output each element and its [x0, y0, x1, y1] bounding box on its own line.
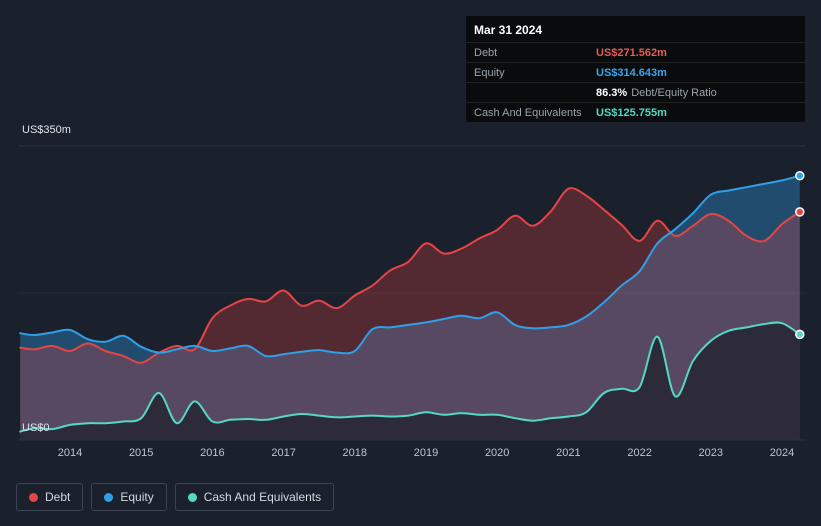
x-tick-label: 2022 [627, 447, 652, 459]
x-tick-label: 2020 [484, 447, 510, 459]
x-axis: 2014 2015 2016 2017 2018 2019 2020 2021 2022 2023… [0, 447, 821, 463]
legend: Debt Equity Cash And Equivalents [16, 483, 335, 511]
tooltip-cash-value: US$125.755m [596, 106, 667, 119]
legend-debt-label: Debt [45, 490, 71, 504]
tooltip-ratio-percent: 86.3% [596, 86, 628, 99]
tooltip-ratio-value: 86.3% Debt/Equity Ratio [596, 87, 717, 99]
tooltip-equity-value: US$314.643m [596, 66, 667, 79]
y-axis-min-label: US$0 [22, 422, 50, 434]
legend-equity-label: Equity [120, 490, 154, 504]
tooltip-row-equity: Equity US$314.643m [466, 62, 805, 82]
x-tick-label: 2014 [57, 447, 83, 459]
x-tick-label: 2021 [556, 447, 581, 459]
cash-legend-dot-icon [187, 492, 197, 502]
x-tick-label: 2018 [342, 447, 368, 459]
tooltip-row-ratio: 86.3% Debt/Equity Ratio [466, 82, 805, 102]
x-tick-label: 2024 [769, 447, 795, 459]
y-axis-max-label: US$350m [22, 124, 71, 136]
legend-item-equity[interactable]: Equity [91, 483, 167, 511]
tooltip-cash-label: Cash And Equivalents [474, 106, 582, 119]
x-tick-label: 2017 [271, 447, 296, 459]
x-tick-label: 2015 [128, 447, 154, 459]
tooltip-date: Mar 31 2024 [474, 23, 543, 37]
debt-legend-dot-icon [29, 492, 38, 502]
tooltip-debt-label: Debt [474, 46, 498, 59]
tooltip-debt-value: US$271.562m [596, 46, 667, 59]
legend-cash-label: Cash And Equivalents [203, 490, 322, 504]
tooltip-row-debt: Debt US$271.562m [466, 42, 805, 62]
tooltip-ratio-caption: Debt/Equity Ratio [631, 86, 717, 99]
x-tick-label: 2023 [698, 447, 724, 459]
x-tick-label: 2019 [413, 447, 439, 459]
debt-equity-history-panel: US$350m US$0 2014 2015 2016 2017 2018 2019 202… [0, 0, 821, 526]
legend-item-debt[interactable]: Debt [16, 483, 84, 511]
tooltip-row-cash: Cash And Equivalents US$125.755m [466, 102, 805, 122]
x-tick-label: 2016 [200, 447, 225, 459]
equity-legend-dot-icon [104, 492, 114, 502]
legend-item-cash[interactable]: Cash And Equivalents [174, 483, 335, 511]
tooltip-equity-label: Equity [474, 66, 505, 79]
chart-tooltip: Mar 31 2024 Debt US$271.562m Equity US$3… [466, 16, 805, 122]
